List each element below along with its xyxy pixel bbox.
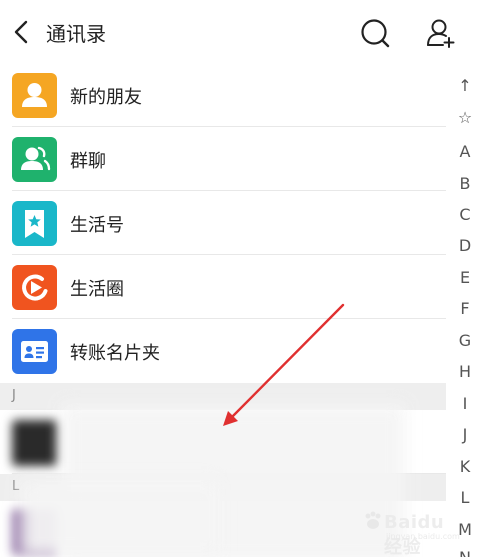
index-letter[interactable]: G (446, 331, 484, 350)
index-letter[interactable]: F (446, 299, 484, 318)
index-letter[interactable]: ☆ (446, 108, 484, 127)
index-letter[interactable]: H (446, 362, 484, 381)
index-letter[interactable]: K (446, 457, 484, 476)
group-icon (12, 137, 57, 182)
list-item-transfer-cards[interactable]: 转账名片夹 (0, 319, 446, 383)
add-friend-button[interactable] (425, 16, 457, 50)
list-item-life-circle[interactable]: 生活圈 (0, 255, 446, 319)
avatar (12, 420, 58, 466)
person-icon (12, 73, 57, 118)
watermark: Baidu 经验 jingyan.baidu.com (362, 506, 462, 557)
paw-icon (365, 511, 381, 529)
circle-loop-icon (12, 265, 57, 310)
index-letter[interactable]: C (446, 205, 484, 224)
index-letter[interactable]: A (446, 142, 484, 161)
search-button[interactable] (358, 16, 392, 50)
list-item-life-account[interactable]: 生活号 (0, 191, 446, 255)
list-item-label: 新的朋友 (70, 87, 142, 108)
index-letter[interactable]: J (446, 425, 484, 444)
index-letter[interactable]: L (446, 488, 484, 507)
redaction-blur (20, 480, 220, 557)
add-user-icon (427, 19, 455, 48)
chevron-left-icon (14, 20, 28, 44)
page-title: 通讯录 (46, 22, 106, 46)
alphabet-index-bar[interactable]: ↑ ☆ A B C D E F G H I J K L M N (446, 74, 484, 557)
index-letter[interactable]: B (446, 174, 484, 193)
contacts-screen: { "header": { "title": "通讯录" }, "rows": … (0, 0, 484, 557)
index-letter[interactable]: D (446, 236, 484, 255)
bookmark-star-icon (12, 201, 57, 246)
card-icon (12, 329, 57, 374)
index-letter[interactable]: E (446, 268, 484, 287)
index-letter[interactable]: ↑ (446, 76, 484, 95)
header-bar: 通讯录 (0, 0, 484, 64)
index-letter[interactable]: I (446, 394, 484, 413)
list-item-label: 生活圈 (70, 279, 124, 300)
search-icon (361, 19, 390, 48)
list-item-label: 生活号 (70, 215, 124, 236)
list-item-group-chat[interactable]: 群聊 (0, 127, 446, 191)
watermark-subtext: jingyan.baidu.com (386, 532, 460, 541)
list-item-label: 群聊 (70, 151, 106, 172)
section-letter: L (12, 479, 20, 494)
list-item-label: 转账名片夹 (70, 343, 160, 364)
list-item-new-friends[interactable]: 新的朋友 (0, 63, 446, 127)
section-letter: J (12, 388, 16, 403)
back-button[interactable] (8, 14, 38, 50)
